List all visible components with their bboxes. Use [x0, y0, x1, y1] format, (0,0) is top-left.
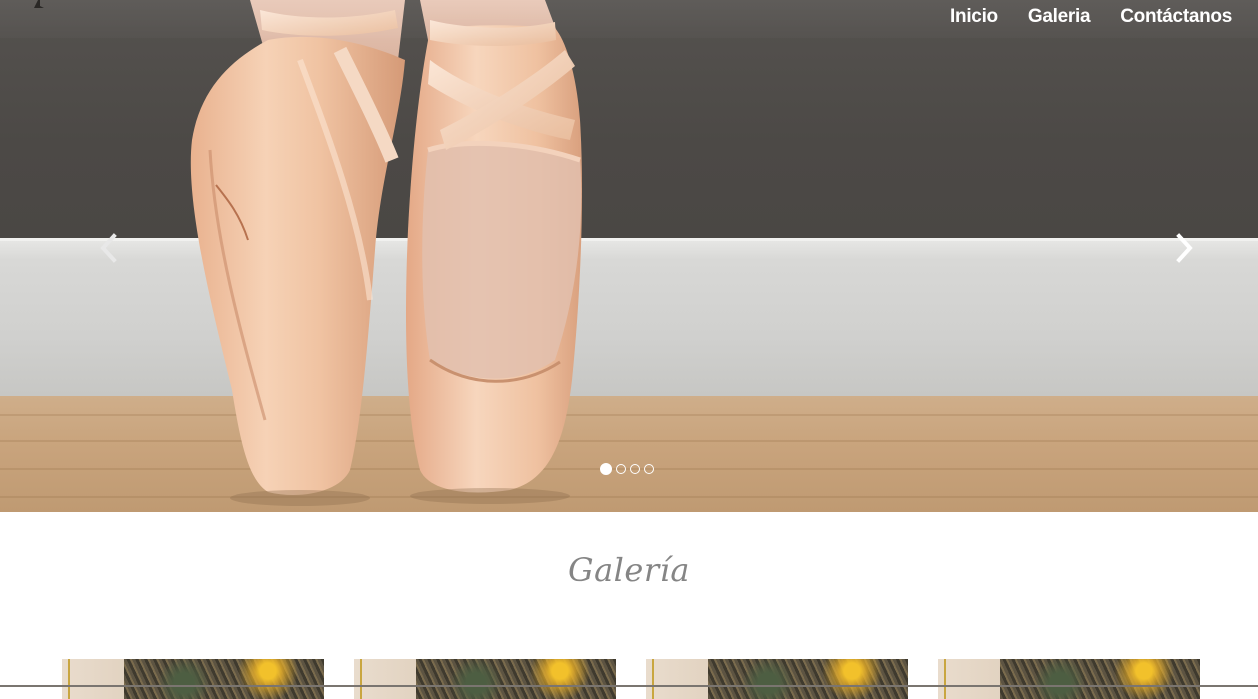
gallery-thumbnail[interactable] [62, 659, 324, 699]
carousel-indicator-2[interactable] [616, 464, 626, 474]
slide-image-pointe-shoes [190, 0, 583, 506]
logo-icon [34, 0, 44, 8]
nav-link-galeria[interactable]: Galeria [1028, 4, 1091, 28]
gallery-thumbnail[interactable] [646, 659, 908, 699]
nav-link-inicio[interactable]: Inicio [950, 4, 998, 28]
carousel-next-button[interactable] [1172, 232, 1196, 264]
nav-link-contactanos[interactable]: Contáctanos [1120, 4, 1232, 28]
gallery-title: Galería [568, 551, 690, 589]
carousel-indicator-3[interactable] [630, 464, 640, 474]
gallery-thumbnail[interactable] [354, 659, 616, 699]
chevron-left-icon [100, 233, 117, 263]
hero-carousel: Inicio Galeria Contáctanos [0, 0, 1258, 512]
main-nav: Inicio Galeria Contáctanos [950, 0, 1232, 32]
carousel-prev-button[interactable] [97, 232, 121, 264]
carousel-indicators [600, 463, 654, 475]
carousel-indicator-1[interactable] [600, 463, 612, 475]
gallery-grid [62, 659, 1200, 699]
carousel-indicator-4[interactable] [644, 464, 654, 474]
chevron-right-icon [1176, 233, 1193, 263]
gallery-thumbnail[interactable] [938, 659, 1200, 699]
